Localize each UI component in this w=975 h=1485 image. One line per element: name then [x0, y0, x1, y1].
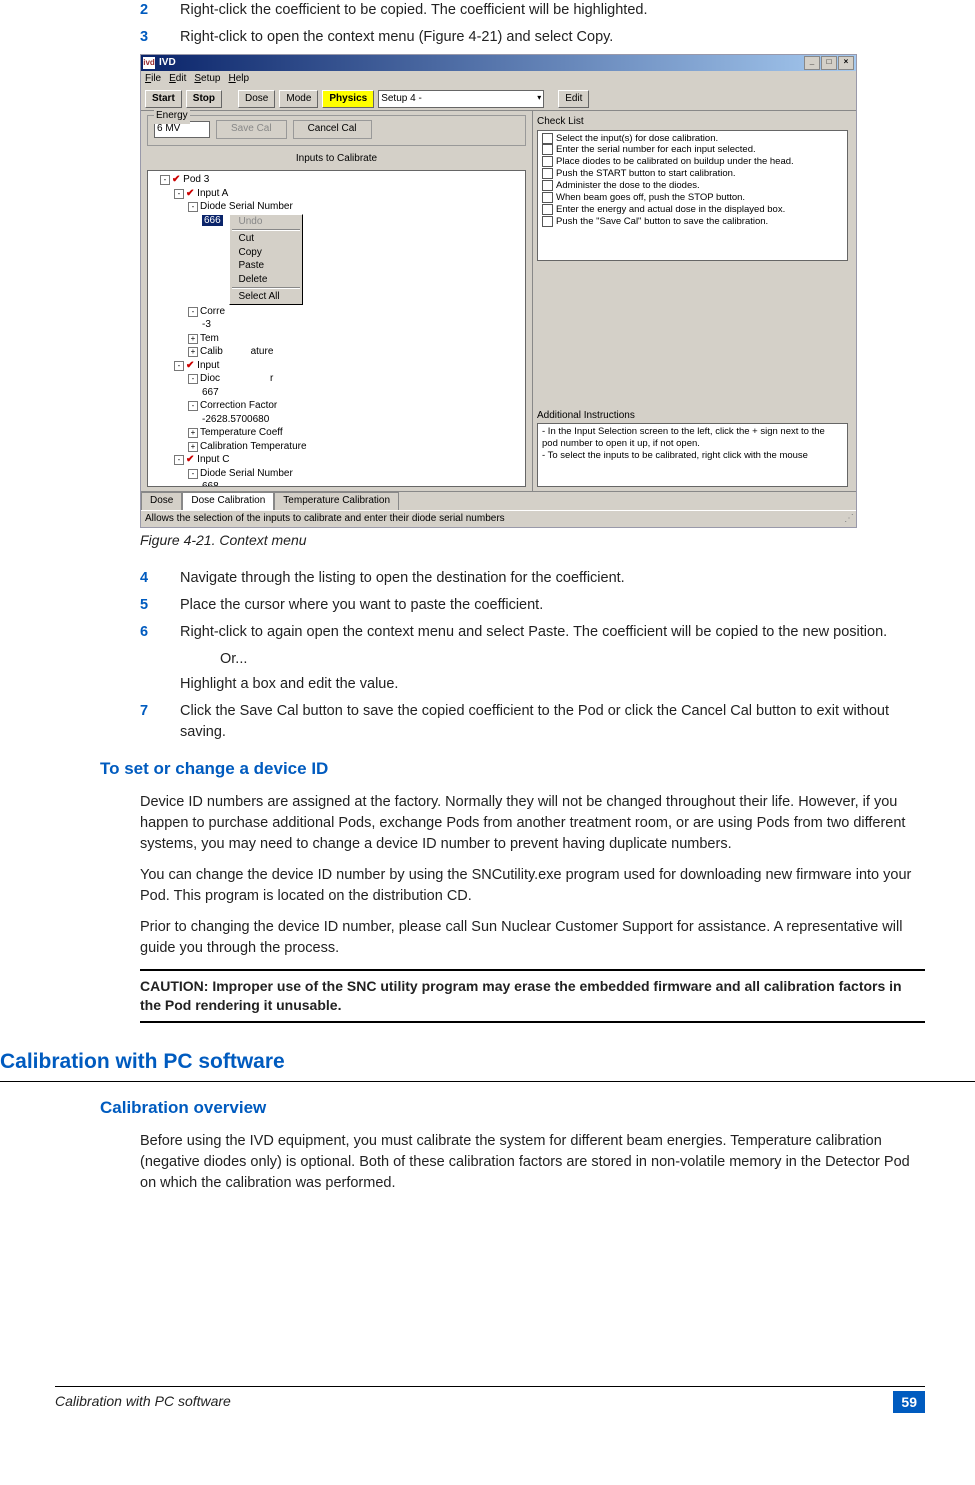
addl-label: Additional Instructions — [537, 409, 848, 424]
screenshot-figure: ivd IVD _ □ × File Edit Setup Help Start… — [140, 54, 857, 528]
step-text: Navigate through the listing to open the… — [180, 568, 925, 589]
checklist: Select the input(s) for dose calibration… — [537, 130, 848, 261]
para: Device ID numbers are assigned at the fa… — [140, 792, 925, 855]
footer-title: Calibration with PC software — [55, 1391, 231, 1413]
start-button[interactable]: Start — [145, 90, 182, 109]
step-text: Right-click the coefficient to be copied… — [180, 0, 925, 21]
menubar[interactable]: File Edit Setup Help — [141, 71, 856, 88]
app-icon: ivd — [143, 57, 155, 69]
rule — [0, 1081, 975, 1082]
physics-button[interactable]: Physics — [322, 90, 374, 109]
para: You can change the device ID number by u… — [140, 865, 925, 907]
checkbox[interactable] — [542, 133, 553, 144]
rule — [140, 1021, 925, 1023]
page-footer: Calibration with PC software 59 — [0, 1386, 975, 1413]
step-6: 6 Right-click to again open the context … — [140, 622, 925, 643]
or-label: Or... — [180, 649, 925, 670]
checkbox[interactable] — [542, 216, 553, 227]
step-number: 2 — [140, 0, 180, 21]
para: Before using the IVD equipment, you must… — [140, 1131, 925, 1194]
window-titlebar[interactable]: ivd IVD _ □ × — [141, 55, 856, 71]
energy-group: Energy 6 MV Save Cal Cancel Cal — [147, 115, 526, 146]
tab-temperature-calibration[interactable]: Temperature Calibration — [274, 492, 399, 510]
ctx-selectall[interactable]: Select All — [230, 290, 301, 304]
close-button[interactable]: × — [838, 56, 854, 70]
menu-file[interactable]: File — [145, 72, 161, 87]
step-text: Place the cursor where you want to paste… — [180, 595, 925, 616]
checklist-label: Check List — [537, 115, 848, 130]
step-4: 4 Navigate through the listing to open t… — [140, 568, 925, 589]
menu-edit[interactable]: Edit — [169, 72, 186, 87]
setup-dropdown[interactable]: Setup 4 - — [378, 90, 544, 109]
cancel-cal-button[interactable]: Cancel Cal — [293, 120, 372, 139]
step-number: 5 — [140, 595, 180, 616]
selected-value[interactable]: 666 — [202, 215, 223, 226]
caution-text: CAUTION: Improper use of the SNC utility… — [140, 977, 925, 1015]
ctx-copy[interactable]: Copy — [230, 246, 301, 260]
tree-view[interactable]: -✔ Pod 3 -✔ Input A -Diode Serial Number… — [147, 170, 526, 487]
addl-instructions: - In the Input Selection screen to the l… — [537, 423, 848, 487]
stop-button[interactable]: Stop — [186, 90, 222, 109]
minimize-button[interactable]: _ — [804, 56, 820, 70]
step-number: 7 — [140, 701, 180, 743]
step-7: 7 Click the Save Cal button to save the … — [140, 701, 925, 743]
ctx-delete[interactable]: Delete — [230, 273, 301, 287]
checkbox[interactable] — [542, 156, 553, 167]
toolbar: Start Stop Dose Mode Physics Setup 4 - E… — [141, 88, 856, 112]
window-title: IVD — [159, 56, 176, 71]
heading-device-id: To set or change a device ID — [100, 757, 925, 782]
heading-calibration-pc: Calibration with PC software — [0, 1047, 925, 1077]
tab-dose[interactable]: Dose — [141, 492, 182, 510]
heading-calibration-overview: Calibration overview — [100, 1096, 925, 1121]
page-number: 59 — [893, 1391, 925, 1413]
step-text: Right-click to open the context menu (Fi… — [180, 27, 925, 48]
ctx-cut[interactable]: Cut — [230, 232, 301, 246]
checkbox[interactable] — [542, 144, 553, 155]
step-5: 5 Place the cursor where you want to pas… — [140, 595, 925, 616]
menu-help[interactable]: Help — [229, 72, 250, 87]
tab-dose-calibration[interactable]: Dose Calibration — [182, 492, 274, 510]
step-text: Right-click to again open the context me… — [180, 622, 925, 643]
save-cal-button[interactable]: Save Cal — [216, 120, 287, 139]
step-3: 3 Right-click to open the context menu (… — [140, 27, 925, 48]
step-number: 3 — [140, 27, 180, 48]
ctx-undo[interactable]: Undo — [230, 215, 301, 229]
resize-grip-icon[interactable]: ⋰ — [844, 512, 852, 527]
rule — [140, 969, 925, 971]
energy-legend: Energy — [154, 109, 190, 124]
statusbar: Allows the selection of the inputs to ca… — [141, 510, 856, 528]
inputs-header: Inputs to Calibrate — [147, 152, 526, 167]
ctx-paste[interactable]: Paste — [230, 259, 301, 273]
bottom-tabs[interactable]: Dose Dose Calibration Temperature Calibr… — [141, 491, 856, 510]
checkbox[interactable] — [542, 204, 553, 215]
step-number: 4 — [140, 568, 180, 589]
step-text: Click the Save Cal button to save the co… — [180, 701, 925, 743]
checkbox[interactable] — [542, 192, 553, 203]
checkbox[interactable] — [542, 168, 553, 179]
step-2: 2 Right-click the coefficient to be copi… — [140, 0, 925, 21]
context-menu[interactable]: Undo Cut Copy Paste Delete Select All — [229, 214, 302, 305]
highlight-line: Highlight a box and edit the value. — [140, 674, 925, 695]
maximize-button[interactable]: □ — [821, 56, 837, 70]
para: Prior to changing the device ID number, … — [140, 917, 925, 959]
mode-button[interactable]: Mode — [279, 90, 318, 109]
figure-caption: Figure 4-21. Context menu — [140, 530, 925, 550]
checkbox[interactable] — [542, 180, 553, 191]
edit-button[interactable]: Edit — [558, 90, 589, 109]
dose-button[interactable]: Dose — [238, 90, 275, 109]
menu-setup[interactable]: Setup — [194, 72, 220, 87]
step-number: 6 — [140, 622, 180, 643]
